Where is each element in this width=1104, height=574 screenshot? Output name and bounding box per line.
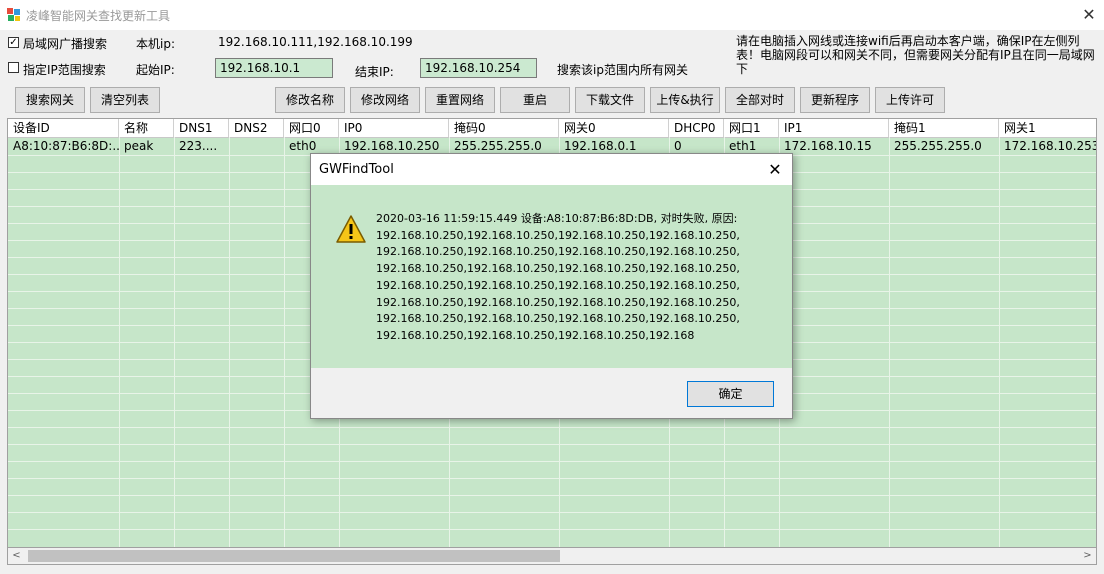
window-title: 凌峰智能网关查找更新工具 [26, 9, 171, 23]
table-row[interactable]: A8:10:87:B6:8D:... peak 223.... eth0 192… [8, 119, 1097, 155]
dialog-title: GWFindTool [319, 162, 394, 177]
grid-line [8, 461, 1096, 462]
update-program-button[interactable]: 更新程序 [800, 87, 870, 113]
warning-icon [335, 214, 367, 244]
rename-button[interactable]: 修改名称 [275, 87, 345, 113]
grid-line [8, 427, 1096, 428]
window-close-button[interactable]: ✕ [1078, 4, 1100, 26]
broadcast-search-label: 局域网广播搜索 [23, 37, 108, 51]
download-file-button[interactable]: 下载文件 [575, 87, 645, 113]
scroll-left-icon[interactable]: < [8, 548, 25, 564]
sync-time-button[interactable]: 全部对时 [725, 87, 795, 113]
dialog-message: 2020-03-16 11:59:15.449 设备:A8:10:87:B6:8… [376, 212, 740, 342]
grid-line [8, 512, 1096, 513]
clear-list-button[interactable]: 清空列表 [90, 87, 160, 113]
reset-network-button[interactable]: 重置网络 [425, 87, 495, 113]
search-gateway-button[interactable]: 搜索网关 [15, 87, 85, 113]
local-ip-label: 本机ip: [136, 37, 175, 51]
range-search-checkbox[interactable] [8, 62, 19, 73]
dialog-title-bar: GWFindTool ✕ [311, 154, 792, 185]
upload-execute-button[interactable]: 上传&执行 [650, 87, 720, 113]
cell-device-id: A8:10:87:B6:8D:... [13, 139, 119, 153]
start-ip-label: 起始IP: [136, 63, 175, 77]
cell-gateway1: 172.168.10.253 [1004, 139, 1097, 153]
ok-button[interactable]: 确定 [687, 381, 774, 407]
cell-dns1: 223.... [179, 139, 218, 153]
end-ip-label: 结束IP: [355, 65, 394, 79]
scroll-right-icon[interactable]: > [1079, 548, 1096, 564]
usage-hint: 请在电脑插入网线或连接wifi后再启动本客户端，确保IP在左侧列表！电脑网段可以… [736, 34, 1095, 76]
upload-license-button[interactable]: 上传许可 [875, 87, 945, 113]
grid-line [8, 444, 1096, 445]
start-ip-input[interactable]: 192.168.10.1 [215, 58, 333, 78]
dialog-close-button[interactable]: ✕ [763, 158, 787, 182]
grid-line [8, 529, 1096, 530]
end-ip-input[interactable]: 192.168.10.254 [420, 58, 537, 78]
dialog-footer: 确定 [311, 368, 792, 418]
grid-line [8, 478, 1096, 479]
edit-network-button[interactable]: 修改网络 [350, 87, 420, 113]
error-dialog: GWFindTool ✕ 2020-03-16 11:59:15.449 设备:… [310, 153, 793, 419]
title-bar: 凌峰智能网关查找更新工具 ✕ [0, 0, 1104, 30]
app-icon [6, 7, 22, 23]
horizontal-scrollbar[interactable]: < > [7, 548, 1097, 565]
cell-name: peak [124, 139, 154, 153]
range-hint: 搜索该ip范围内所有网关 [557, 63, 688, 77]
grid-line [8, 495, 1096, 496]
cell-ip1: 172.168.10.15 [784, 139, 872, 153]
cell-dns2 [229, 138, 284, 155]
broadcast-search-checkbox[interactable]: ✓ [8, 37, 19, 48]
local-ip-value: 192.168.10.111,192.168.10.199 [218, 35, 413, 49]
range-search-label: 指定IP范围搜索 [23, 63, 106, 77]
scrollbar-thumb[interactable] [28, 550, 560, 562]
reboot-button[interactable]: 重启 [500, 87, 570, 113]
cell-mask1: 255.255.255.0 [894, 139, 982, 153]
